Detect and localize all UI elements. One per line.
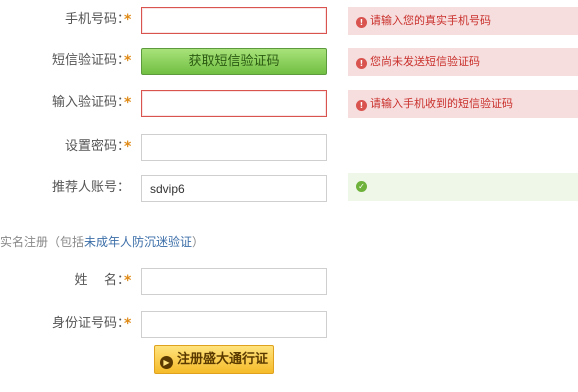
phone-input[interactable] <box>141 7 327 34</box>
real-name-section-title: 实名注册（包括未成年人防沉迷验证） <box>0 233 204 251</box>
referrer-input[interactable] <box>141 175 327 202</box>
error-icon: ! <box>356 100 367 111</box>
verify-code-label: 输入验证码： <box>51 95 130 110</box>
name-required-mark: * <box>124 273 132 289</box>
name-label: 姓 名： <box>74 273 130 288</box>
verify-code-required-mark: * <box>124 95 132 111</box>
section-prefix: 实名注册（包括 <box>0 235 85 249</box>
anti-addiction-link[interactable]: 未成年人防沉迷验证 <box>84 235 192 249</box>
referrer-ok-message: ✓ <box>348 173 578 201</box>
verify-code-error-text: 请输入手机收到的短信验证码 <box>370 97 513 110</box>
sms-code-error: ! 您尚未发送短信验证码 <box>348 48 578 76</box>
get-sms-code-button[interactable]: 获取短信验证码 <box>141 48 327 75</box>
id-number-input[interactable] <box>141 311 327 338</box>
id-number-label: 身份证号码： <box>51 316 130 331</box>
referrer-label: 推荐人账号： <box>51 180 130 195</box>
password-input[interactable] <box>141 134 327 161</box>
password-required-mark: * <box>124 139 132 155</box>
check-icon: ✓ <box>356 181 367 192</box>
error-icon: ! <box>356 17 367 28</box>
name-input[interactable] <box>141 268 327 295</box>
phone-error: ! 请输入您的真实手机号码 <box>348 7 578 35</box>
id-number-required-mark: * <box>124 316 132 332</box>
error-icon: ! <box>356 58 367 69</box>
arrow-right-icon: ▶ <box>159 356 173 369</box>
phone-required-mark: * <box>124 12 132 28</box>
section-suffix: ） <box>192 235 205 249</box>
phone-error-text: 请输入您的真实手机号码 <box>370 14 491 27</box>
password-label: 设置密码： <box>64 139 130 154</box>
sms-code-error-text: 您尚未发送短信验证码 <box>370 55 480 68</box>
phone-label: 手机号码： <box>64 12 130 27</box>
sms-code-label: 短信验证码： <box>51 53 130 68</box>
register-button[interactable]: ▶ 注册盛大通行证 <box>154 345 274 374</box>
verify-code-error: ! 请输入手机收到的短信验证码 <box>348 90 578 118</box>
verify-code-input[interactable] <box>141 90 327 117</box>
sms-code-required-mark: * <box>124 53 132 69</box>
register-button-label: 注册盛大通行证 <box>176 352 268 367</box>
